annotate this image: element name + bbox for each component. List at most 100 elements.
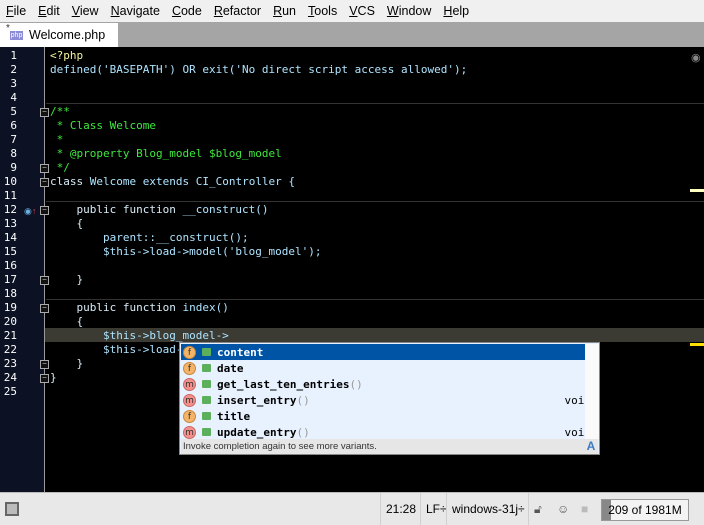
- code-line[interactable]: public function __construct(): [50, 203, 268, 217]
- completion-item[interactable]: m get_last_ten_entries(): [181, 376, 599, 392]
- code-line[interactable]: <?php: [50, 49, 83, 63]
- public-visibility-icon: [202, 348, 211, 356]
- completion-name: content: [217, 345, 264, 359]
- code-token: }: [50, 273, 84, 286]
- code-token: {: [50, 315, 84, 328]
- line-number: 19: [3, 301, 17, 314]
- completion-name: title: [217, 409, 251, 423]
- line-number: 20: [3, 315, 17, 328]
- code-line[interactable]: public function index(): [50, 301, 228, 315]
- menu-file[interactable]: File: [6, 4, 26, 18]
- line-number: 24: [3, 371, 17, 384]
- php-icon-label: php: [10, 31, 23, 39]
- line-number: 2: [10, 63, 17, 76]
- completion-item[interactable]: m update_entry() void: [181, 424, 599, 440]
- field-icon: f: [183, 361, 196, 375]
- menu-edit[interactable]: Edit: [38, 4, 60, 18]
- completion-item[interactable]: f title: [181, 408, 599, 424]
- line-number: 18: [3, 287, 17, 300]
- menu-window[interactable]: Window: [387, 4, 431, 18]
- warning-stripe[interactable]: [690, 343, 704, 346]
- code-token: defined('BASEPATH') OR exit('No direct s…: [50, 63, 468, 76]
- code-line[interactable]: * Class Welcome: [50, 119, 156, 133]
- code-line[interactable]: *: [50, 133, 64, 147]
- fold-marker-icon[interactable]: −: [40, 374, 49, 383]
- code-line[interactable]: {: [50, 217, 83, 231]
- menu-vcs[interactable]: VCS: [349, 4, 375, 18]
- line-number: 7: [10, 133, 17, 146]
- event-log-icon[interactable]: ■: [576, 493, 593, 525]
- code-token: $this->load->model('blog_model');: [50, 245, 322, 258]
- fold-marker-icon[interactable]: −: [40, 304, 49, 313]
- code-token: Welcome extends CI_Controller {: [89, 175, 296, 188]
- code-line[interactable]: {: [50, 315, 83, 329]
- line-number: 8: [10, 147, 17, 160]
- menu-tools[interactable]: Tools: [308, 4, 337, 18]
- line-number: 22: [3, 343, 17, 356]
- menu-help[interactable]: Help: [443, 4, 469, 18]
- code-token: *: [50, 133, 64, 146]
- public-visibility-icon: [202, 428, 211, 436]
- eye-icon[interactable]: ◉: [691, 51, 701, 64]
- code-line[interactable]: $this->blog_model->: [50, 329, 229, 343]
- file-encoding[interactable]: windows-31j÷: [446, 493, 530, 525]
- popup-scrollbar[interactable]: [585, 344, 599, 439]
- code-token: */: [50, 161, 70, 174]
- tab-welcome-php[interactable]: * php Welcome.php: [0, 23, 118, 47]
- completion-item[interactable]: m insert_entry() void: [181, 392, 599, 408]
- public-visibility-icon: [202, 380, 211, 388]
- tab-bar: * php Welcome.php: [0, 22, 704, 47]
- code-line[interactable]: * @property Blog_model $blog_model: [50, 147, 282, 161]
- fold-marker-icon[interactable]: −: [40, 360, 49, 369]
- fold-marker-icon[interactable]: −: [40, 276, 49, 285]
- caret-position[interactable]: 21:28: [380, 493, 421, 525]
- code-line[interactable]: $this->load->v: [50, 343, 196, 357]
- status-bar: 21:28 LF÷ windows-31j÷ 🔓︎ ☺ ■ 209 of 198…: [0, 492, 704, 525]
- code-line[interactable]: */: [50, 161, 70, 175]
- field-icon: f: [183, 409, 196, 423]
- completion-item[interactable]: f content: [181, 344, 599, 360]
- line-number: 21: [3, 329, 17, 342]
- code-line[interactable]: }: [50, 273, 83, 287]
- code-token: class: [50, 175, 90, 188]
- tab-label: Welcome.php: [29, 28, 106, 42]
- menu-navigate[interactable]: Navigate: [111, 4, 160, 18]
- toggle-tool-windows-icon[interactable]: [5, 502, 19, 516]
- fold-marker-icon[interactable]: −: [40, 206, 49, 215]
- menu-code[interactable]: Code: [172, 4, 202, 18]
- code-line[interactable]: class Welcome extends CI_Controller {: [50, 175, 295, 189]
- completion-mode-icon[interactable]: A: [584, 439, 598, 454]
- code-line[interactable]: defined('BASEPATH') OR exit('No direct s…: [50, 63, 467, 77]
- code-token: {: [50, 217, 84, 230]
- completion-params: (): [296, 393, 310, 407]
- line-number: 10: [3, 175, 17, 188]
- fold-marker-icon[interactable]: −: [40, 108, 49, 117]
- memory-label: 209 of 1981M: [608, 503, 682, 517]
- completion-name: update_entry: [217, 425, 297, 439]
- implements-marker-icon[interactable]: ◉↑: [24, 206, 36, 217]
- fold-marker-icon[interactable]: −: [40, 164, 49, 173]
- menu-refactor[interactable]: Refactor: [214, 4, 261, 18]
- completion-item[interactable]: f date: [181, 360, 599, 376]
- code-token: <?php: [50, 49, 84, 62]
- code-line[interactable]: }: [50, 357, 83, 371]
- fold-marker-icon[interactable]: −: [40, 178, 49, 187]
- inspector-icon[interactable]: ☺: [552, 493, 574, 525]
- code-token: public function: [50, 203, 183, 216]
- code-line[interactable]: parent::__construct();: [50, 231, 249, 245]
- menu-run[interactable]: Run: [273, 4, 296, 18]
- menu-view[interactable]: View: [72, 4, 99, 18]
- line-number: 12: [3, 203, 17, 216]
- menu-bar: File Edit View Navigate Code Refactor Run Tools…: [0, 0, 704, 22]
- public-visibility-icon: [202, 412, 211, 420]
- warning-stripe[interactable]: [690, 189, 704, 192]
- line-number: 14: [3, 231, 17, 244]
- lock-icon[interactable]: 🔓︎: [528, 493, 547, 525]
- memory-indicator[interactable]: 209 of 1981M: [601, 499, 689, 521]
- line-number: 23: [3, 357, 17, 370]
- code-line[interactable]: $this->load->model('blog_model');: [50, 245, 322, 259]
- completion-name: get_last_ten_entries: [217, 377, 350, 391]
- code-line[interactable]: /**: [50, 105, 70, 119]
- code-line[interactable]: }: [50, 371, 57, 385]
- code-token: $this->load->v: [50, 343, 196, 356]
